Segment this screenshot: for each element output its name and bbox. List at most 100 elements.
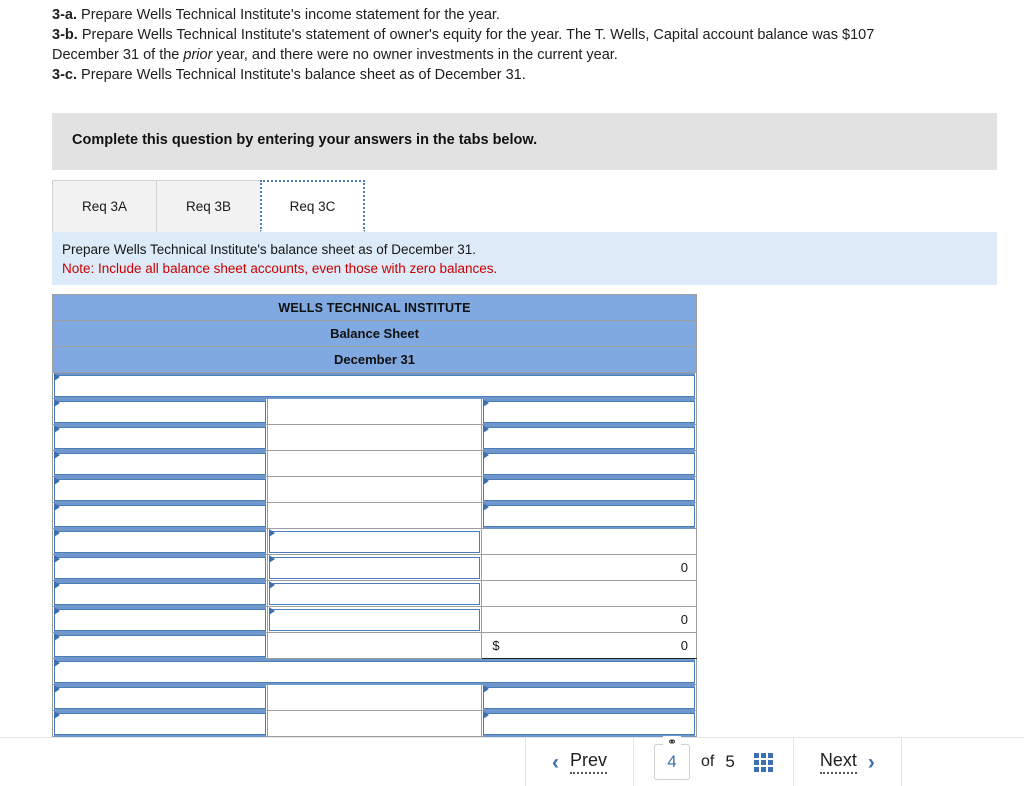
sheet-title-company: WELLS TECHNICAL INSTITUTE [52, 294, 697, 321]
table-row [52, 580, 697, 607]
sheet-cell-label [52, 476, 268, 503]
amount-input[interactable] [483, 476, 695, 501]
amount-input[interactable] [483, 398, 695, 423]
sheet-cell-amount [481, 502, 697, 529]
table-row [52, 528, 697, 555]
table-row [52, 450, 697, 477]
prompt-text-3b: Prepare Wells Technical Institute's stat… [81, 27, 875, 43]
table-row [52, 502, 697, 529]
instruction-banner-text: Complete this question by entering your … [72, 132, 538, 148]
account-select-input[interactable] [54, 502, 266, 527]
next-button[interactable]: Next › [794, 738, 901, 786]
amount-input[interactable] [268, 554, 481, 579]
sheet-cell-mid [266, 606, 483, 633]
amount-input[interactable] [483, 710, 695, 735]
requirement-note: Note: Include all balance sheet accounts… [62, 261, 498, 276]
prev-button[interactable]: ‹ Prev [526, 738, 633, 786]
sheet-cell-mid [266, 398, 483, 425]
chevron-left-icon: ‹ [552, 750, 559, 774]
prompt-text-3b-cont: December 31 of the [52, 47, 180, 63]
current-page-input[interactable]: ⚭ 4 [654, 736, 691, 780]
sheet-cell-section [52, 372, 697, 399]
amount-input[interactable] [268, 580, 481, 605]
account-select-input[interactable] [54, 372, 695, 397]
account-select-input[interactable] [54, 528, 266, 553]
sheet-title-statement: Balance Sheet [52, 320, 697, 347]
amount-input[interactable] [483, 424, 695, 449]
amount-input[interactable] [268, 606, 481, 631]
table-row [52, 476, 697, 503]
grid-cell [760, 752, 766, 758]
sheet-cell-mid [266, 476, 483, 503]
computed-amount [482, 530, 696, 554]
account-select-input[interactable] [54, 658, 695, 683]
nav-divider [900, 738, 902, 786]
sheet-cell-label [52, 450, 268, 477]
computed-amount: 0 [680, 559, 688, 575]
grid-cell [753, 766, 759, 772]
currency-symbol: $ [492, 637, 500, 653]
account-select-input[interactable] [54, 398, 266, 423]
sheet-cell-section [52, 658, 697, 685]
table-row [52, 658, 697, 685]
tab-req-3c[interactable]: Req 3C [260, 180, 365, 232]
sheet-cell-mid [266, 502, 483, 529]
grid-cell [767, 766, 773, 772]
tab-req-3a[interactable]: Req 3A [52, 180, 157, 232]
sheet-cell-mid [266, 554, 483, 581]
prompt-text-3b-end: year, and there were no owner investment… [216, 47, 618, 63]
table-row [52, 372, 697, 399]
page-indicator: ⚭ 4 of 5 [634, 736, 793, 786]
account-select-input[interactable] [54, 476, 266, 501]
next-button-label: Next [819, 750, 857, 774]
sheet-cell-amount [481, 450, 697, 477]
sheet-cell-label [52, 684, 268, 711]
account-select-input[interactable] [54, 606, 266, 631]
account-select-input[interactable] [54, 632, 266, 657]
sheet-cell-mid [266, 710, 483, 737]
account-select-input[interactable] [54, 450, 266, 475]
table-row [52, 684, 697, 711]
amount-input[interactable] [268, 528, 481, 553]
link-icon: ⚭ [663, 736, 682, 748]
prompt-label-3c: 3-c. [52, 67, 77, 83]
tab-req-3b[interactable]: Req 3B [156, 180, 261, 232]
amount-input[interactable] [483, 684, 695, 709]
sheet-cell-amount [481, 424, 697, 451]
current-page-value: 4 [667, 752, 677, 771]
grid-cell [767, 759, 773, 765]
prompt-line-3b-cont: December 31 of the prior year, and there… [52, 45, 1024, 65]
total-amount: $ 0 [482, 634, 696, 658]
tab-req-3c-label: Req 3C [289, 198, 336, 214]
table-row: $ 0 [52, 632, 697, 659]
tab-req-3b-label: Req 3B [185, 199, 232, 214]
sheet-cell-label [52, 424, 268, 451]
prompt-line-3c: 3-c. Prepare Wells Technical Institute's… [52, 65, 1024, 85]
tab-req-3a-label: Req 3A [81, 199, 128, 214]
sheet-cell-mid [266, 684, 483, 711]
table-row [52, 424, 697, 451]
grid-cell [767, 752, 773, 758]
sheet-cell-label [52, 398, 268, 425]
sheet-cell-amount [481, 710, 697, 737]
instruction-banner: Complete this question by entering your … [52, 113, 997, 170]
balance-sheet-table: WELLS TECHNICAL INSTITUTE Balance Sheet … [52, 294, 697, 737]
amount-input[interactable] [483, 502, 695, 527]
account-select-input[interactable] [54, 684, 266, 709]
sheet-cell-total: $ 0 [481, 632, 697, 659]
sheet-cell-mid [266, 632, 483, 659]
account-select-input[interactable] [54, 424, 266, 449]
amount-input[interactable] [483, 450, 695, 475]
prompt-text-3c: Prepare Wells Technical Institute's bala… [81, 67, 526, 83]
grid-view-icon[interactable] [753, 752, 773, 772]
sheet-cell-mid [266, 580, 483, 607]
account-select-input[interactable] [54, 710, 266, 735]
account-select-input[interactable] [54, 580, 266, 605]
prompt-line-3a: 3-a. Prepare Wells Technical Institute's… [52, 5, 1024, 25]
sheet-cell-label [52, 580, 268, 607]
sheet-cell-amount: 0 [481, 606, 697, 633]
computed-amount: 0 [680, 611, 688, 627]
question-prompt: 3-a. Prepare Wells Technical Institute's… [52, 5, 1024, 85]
prompt-text-3a: Prepare Wells Technical Institute's inco… [81, 7, 500, 23]
account-select-input[interactable] [54, 554, 266, 579]
